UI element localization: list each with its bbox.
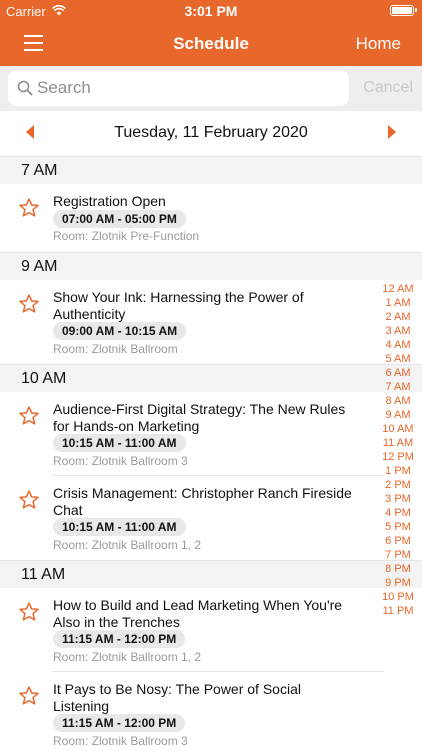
hour-index-item[interactable]: 4 PM (380, 506, 416, 520)
session-row[interactable]: Registration Open 07:00 AM - 05:00 PM Ro… (0, 184, 422, 252)
session-room: Room: Zlotnik Ballroom 3 (53, 734, 188, 748)
favorite-star-icon[interactable] (19, 602, 39, 626)
session-row[interactable]: How to Build and Lead Marketing When You… (0, 588, 422, 672)
hour-index-item[interactable]: 5 AM (380, 352, 416, 366)
hour-index-item[interactable]: 6 AM (380, 366, 416, 380)
favorite-star-icon[interactable] (19, 686, 39, 710)
favorite-star-icon[interactable] (19, 294, 39, 318)
cancel-button[interactable]: Cancel (363, 79, 413, 97)
session-row[interactable]: Audience-First Digital Strategy: The New… (0, 392, 422, 476)
hour-index-item[interactable]: 1 AM (380, 296, 416, 310)
current-date: Tuesday, 11 February 2020 (114, 124, 308, 141)
session-title: Registration Open (53, 193, 166, 209)
hour-index-item[interactable]: 6 PM (380, 534, 416, 548)
hour-index-item[interactable]: 2 AM (380, 310, 416, 324)
battery-icon (390, 5, 417, 16)
search-bar: Cancel (0, 66, 422, 111)
hour-index-item[interactable]: 9 PM (380, 576, 416, 590)
schedule-list[interactable]: 7 AM Registration Open 07:00 AM - 05:00 … (0, 156, 422, 750)
session-title: Show Your Ink: Harnessing the Power of A… (53, 289, 304, 322)
session-title: Audience-First Digital Strategy: The New… (53, 401, 346, 434)
section-header: 7 AM (0, 156, 422, 184)
hour-index-item[interactable]: 7 AM (380, 380, 416, 394)
hour-index-item[interactable]: 8 AM (380, 394, 416, 408)
favorite-star-icon[interactable] (19, 198, 39, 222)
hour-index[interactable]: 12 AM 1 AM 2 AM 3 AM 4 AM 5 AM 6 AM 7 AM… (380, 282, 416, 618)
search-field[interactable] (8, 70, 349, 106)
home-button[interactable]: Home (356, 34, 401, 54)
hour-index-item[interactable]: 11 PM (380, 604, 416, 618)
section-header: 11 AM (0, 560, 422, 588)
hour-index-item[interactable]: 3 PM (380, 492, 416, 506)
session-row[interactable]: Crisis Management: Christopher Ranch Fir… (0, 476, 422, 560)
hour-index-item[interactable]: 12 AM (380, 282, 416, 296)
hour-index-item[interactable]: 9 AM (380, 408, 416, 422)
navigation-header: Carrier 3:01 PM Schedule Home (0, 0, 422, 66)
session-time: 09:00 AM - 10:15 AM (53, 322, 187, 340)
session-room: Room: Zlotnik Ballroom (53, 342, 178, 356)
search-input[interactable] (37, 70, 337, 106)
clock: 3:01 PM (184, 3, 238, 19)
session-time: 10:15 AM - 11:00 AM (53, 434, 186, 452)
hour-index-item[interactable]: 4 AM (380, 338, 416, 352)
hour-index-item[interactable]: 1 PM (380, 464, 416, 478)
hour-index-item[interactable]: 10 AM (380, 422, 416, 436)
hour-index-item[interactable]: 2 PM (380, 478, 416, 492)
favorite-star-icon[interactable] (19, 406, 39, 430)
session-room: Room: Zlotnik Pre-Function (53, 229, 200, 243)
session-title: Crisis Management: Christopher Ranch Fir… (53, 485, 352, 518)
date-navigator: Tuesday, 11 February 2020 (0, 111, 422, 156)
favorite-star-icon[interactable] (19, 490, 39, 514)
session-time: 11:15 AM - 12:00 PM (53, 714, 186, 732)
session-title: How to Build and Lead Marketing When You… (53, 597, 343, 630)
hour-index-item[interactable]: 5 PM (380, 520, 416, 534)
session-room: Room: Zlotnik Ballroom 1, 2 (53, 650, 202, 664)
section-header: 9 AM (0, 252, 422, 280)
session-time: 11:15 AM - 12:00 PM (53, 630, 186, 648)
session-row[interactable]: Show Your Ink: Harnessing the Power of A… (0, 280, 422, 364)
search-icon (17, 80, 33, 101)
hour-index-item[interactable]: 3 AM (380, 324, 416, 338)
session-row[interactable]: It Pays to Be Nosy: The Power of Social … (0, 672, 422, 750)
hour-index-item[interactable]: 8 PM (380, 562, 416, 576)
session-time: 10:15 AM - 11:00 AM (53, 518, 186, 536)
hour-index-item[interactable]: 11 AM (380, 436, 416, 450)
session-time: 07:00 AM - 05:00 PM (53, 210, 186, 228)
hour-index-item[interactable]: 12 PM (380, 450, 416, 464)
next-day-icon[interactable] (388, 125, 396, 139)
status-bar: Carrier 3:01 PM (0, 0, 422, 22)
section-header: 10 AM (0, 364, 422, 392)
session-title: It Pays to Be Nosy: The Power of Social … (53, 681, 301, 714)
hour-index-item[interactable]: 10 PM (380, 590, 416, 604)
session-room: Room: Zlotnik Ballroom 3 (53, 454, 188, 468)
session-room: Room: Zlotnik Ballroom 1, 2 (53, 538, 202, 552)
hour-index-item[interactable]: 7 PM (380, 548, 416, 562)
